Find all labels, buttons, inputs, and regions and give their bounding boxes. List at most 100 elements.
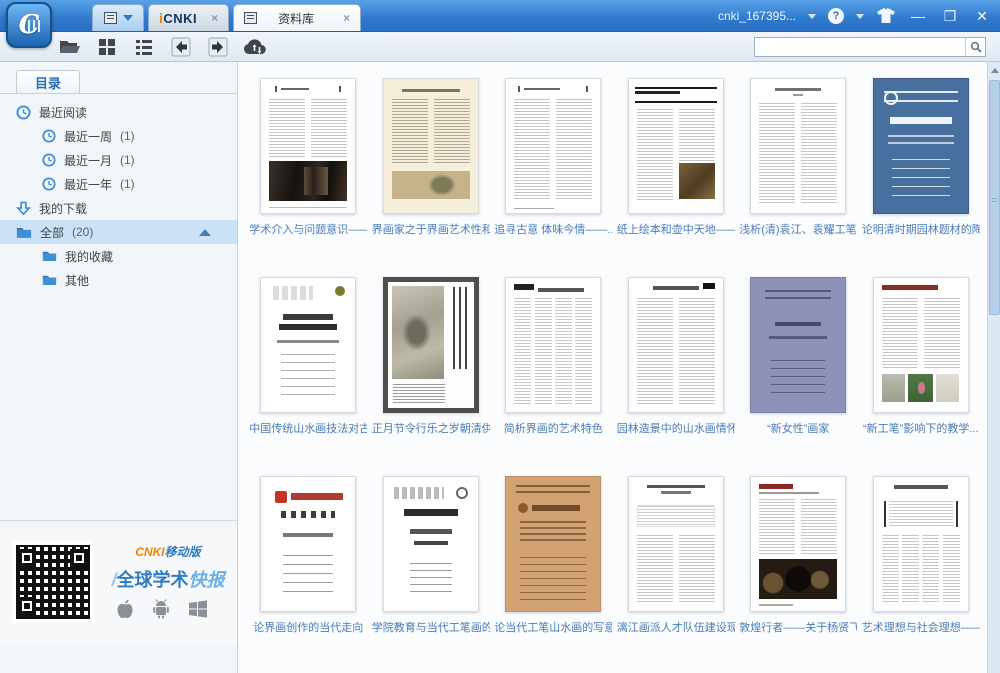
document-card[interactable]: “新女性”画家 — [739, 277, 857, 476]
chevron-down-icon[interactable] — [123, 15, 133, 21]
document-title[interactable]: 正月节令行乐之岁朝清供 ... — [372, 420, 490, 436]
document-thumbnail[interactable] — [260, 277, 356, 413]
scrollbar-thumb[interactable] — [989, 80, 1000, 315]
thumb-layer — [637, 535, 715, 603]
back-button[interactable] — [169, 35, 193, 59]
document-title[interactable]: “新女性”画家 — [739, 420, 857, 436]
document-title[interactable]: 学术介入与问题意识——... — [249, 221, 367, 237]
account-name[interactable]: cnki_167395... — [718, 9, 796, 23]
sidebar-item-last-year[interactable]: 最近一年 (1) — [0, 172, 237, 196]
document-card[interactable]: 论明清时期园林题材的陶... — [862, 78, 980, 277]
document-title[interactable]: 中国传统山水画技法对古... — [249, 420, 367, 436]
document-card[interactable]: “新工笔”影响下的教学... — [862, 277, 980, 476]
sidebar-item-last-week[interactable]: 最近一周 (1) — [0, 124, 237, 148]
tab-directory[interactable]: 目录 — [16, 70, 80, 94]
sidebar-item-label: 最近一月 — [64, 152, 112, 169]
maximize-button[interactable]: ❐ — [940, 8, 960, 25]
brand-text: CNKI移动版 /全球学术快报 — [104, 543, 232, 592]
document-thumbnail[interactable] — [628, 476, 724, 612]
document-card[interactable]: 漓江画派人才队伍建设现... — [617, 476, 735, 673]
document-title[interactable]: 论明清时期园林题材的陶... — [862, 221, 980, 237]
close-tab-icon[interactable]: × — [211, 11, 218, 25]
document-card[interactable]: 正月节令行乐之岁朝清供 ... — [372, 277, 490, 476]
document-title[interactable]: 论界画创作的当代走向 — [249, 619, 367, 635]
document-title[interactable]: “新工笔”影响下的教学... — [862, 420, 980, 436]
document-thumbnail[interactable] — [750, 78, 846, 214]
divider — [0, 520, 237, 521]
document-thumbnail[interactable] — [383, 78, 479, 214]
tab-home[interactable] — [92, 4, 144, 31]
document-thumbnail[interactable] — [750, 277, 846, 413]
sidebar-item-my-downloads[interactable]: 我的下载 — [0, 196, 237, 220]
document-card[interactable]: 纸上绘本和壶中天地——... — [617, 78, 735, 277]
thumb-layer — [520, 521, 586, 543]
document-thumbnail[interactable] — [750, 476, 846, 612]
grid-view-button[interactable] — [95, 35, 119, 59]
sidebar-item-recent-reading[interactable]: 最近阅读 — [0, 100, 237, 124]
divider — [0, 93, 238, 94]
search-input[interactable] — [755, 38, 965, 56]
app-logo[interactable]: C — [6, 2, 52, 48]
document-card[interactable]: 学院教育与当代工笔画的... — [372, 476, 490, 673]
document-card[interactable]: 论界画创作的当代走向 — [249, 476, 367, 673]
document-thumbnail[interactable] — [260, 476, 356, 612]
document-thumbnail[interactable] — [505, 277, 601, 413]
document-thumbnail[interactable] — [505, 476, 601, 612]
thumb-layer — [392, 171, 470, 199]
document-title[interactable]: 艺术理想与社会理想——... — [862, 619, 980, 635]
folder-icon — [16, 226, 32, 239]
thumb-layer — [759, 559, 837, 599]
document-title[interactable]: 论当代工笔山水画的写意... — [494, 619, 612, 635]
document-card[interactable]: 简析界画的艺术特色 — [494, 277, 612, 476]
document-card[interactable]: 中国传统山水画技法对古... — [249, 277, 367, 476]
collapse-icon[interactable] — [199, 229, 211, 236]
tab-cnki[interactable]: iCNKI × — [148, 4, 229, 31]
document-card[interactable]: 论当代工笔山水画的写意... — [494, 476, 612, 673]
document-title[interactable]: 浅析(清)袁江、袁耀工笔界... — [739, 221, 857, 237]
document-card[interactable]: 追寻古意 体味今情——... — [494, 78, 612, 277]
thumb-layer — [769, 336, 827, 339]
document-title[interactable]: 界画家之于界画艺术性和... — [372, 221, 490, 237]
close-button[interactable]: ✕ — [972, 8, 992, 25]
document-title[interactable]: 学院教育与当代工笔画的... — [372, 619, 490, 635]
document-card[interactable]: 园林造景中的山水画情怀 — [617, 277, 735, 476]
document-title[interactable]: 纸上绘本和壶中天地——... — [617, 221, 735, 237]
document-thumbnail[interactable] — [873, 277, 969, 413]
cloud-sync-button[interactable] — [243, 35, 267, 59]
document-card[interactable]: 艺术理想与社会理想——... — [862, 476, 980, 673]
help-chevron-icon[interactable] — [856, 14, 864, 19]
document-title[interactable]: 追寻古意 体味今情——... — [494, 221, 612, 237]
document-thumbnail[interactable] — [505, 78, 601, 214]
document-card[interactable]: 敦煌行者——关于杨贤飞... — [739, 476, 857, 673]
open-folder-button[interactable] — [58, 35, 82, 59]
skin-theme-icon[interactable] — [876, 8, 896, 24]
tab-library[interactable]: 资料库 × — [233, 4, 361, 31]
search-button[interactable] — [965, 38, 985, 56]
list-view-button[interactable] — [132, 35, 156, 59]
scrollbar[interactable] — [987, 62, 1000, 673]
scroll-up-icon[interactable] — [989, 64, 1000, 76]
document-card[interactable]: 界画家之于界画艺术性和... — [372, 78, 490, 277]
document-card[interactable]: 浅析(清)袁江、袁耀工笔界... — [739, 78, 857, 277]
sidebar-item-my-favorites[interactable]: 我的收藏 — [0, 244, 237, 268]
minimize-button[interactable]: — — [908, 8, 928, 24]
account-chevron-icon[interactable] — [808, 14, 816, 19]
document-thumbnail[interactable] — [873, 476, 969, 612]
forward-button[interactable] — [206, 35, 230, 59]
sidebar-item-last-month[interactable]: 最近一月 (1) — [0, 148, 237, 172]
document-title[interactable]: 敦煌行者——关于杨贤飞... — [739, 619, 857, 635]
help-icon[interactable]: ? — [828, 8, 844, 24]
document-title[interactable]: 漓江画派人才队伍建设现... — [617, 619, 735, 635]
document-thumbnail[interactable] — [383, 277, 479, 413]
document-title[interactable]: 简析界画的艺术特色 — [494, 420, 612, 436]
document-thumbnail[interactable] — [873, 78, 969, 214]
document-card[interactable]: 学术介入与问题意识——... — [249, 78, 367, 277]
sidebar-item-all[interactable]: 全部 (20) — [0, 220, 237, 244]
document-title[interactable]: 园林造景中的山水画情怀 — [617, 420, 735, 436]
sidebar-item-other[interactable]: 其他 — [0, 268, 237, 292]
close-tab-icon[interactable]: × — [343, 11, 350, 25]
document-thumbnail[interactable] — [628, 277, 724, 413]
document-thumbnail[interactable] — [260, 78, 356, 214]
document-thumbnail[interactable] — [628, 78, 724, 214]
document-thumbnail[interactable] — [383, 476, 479, 612]
